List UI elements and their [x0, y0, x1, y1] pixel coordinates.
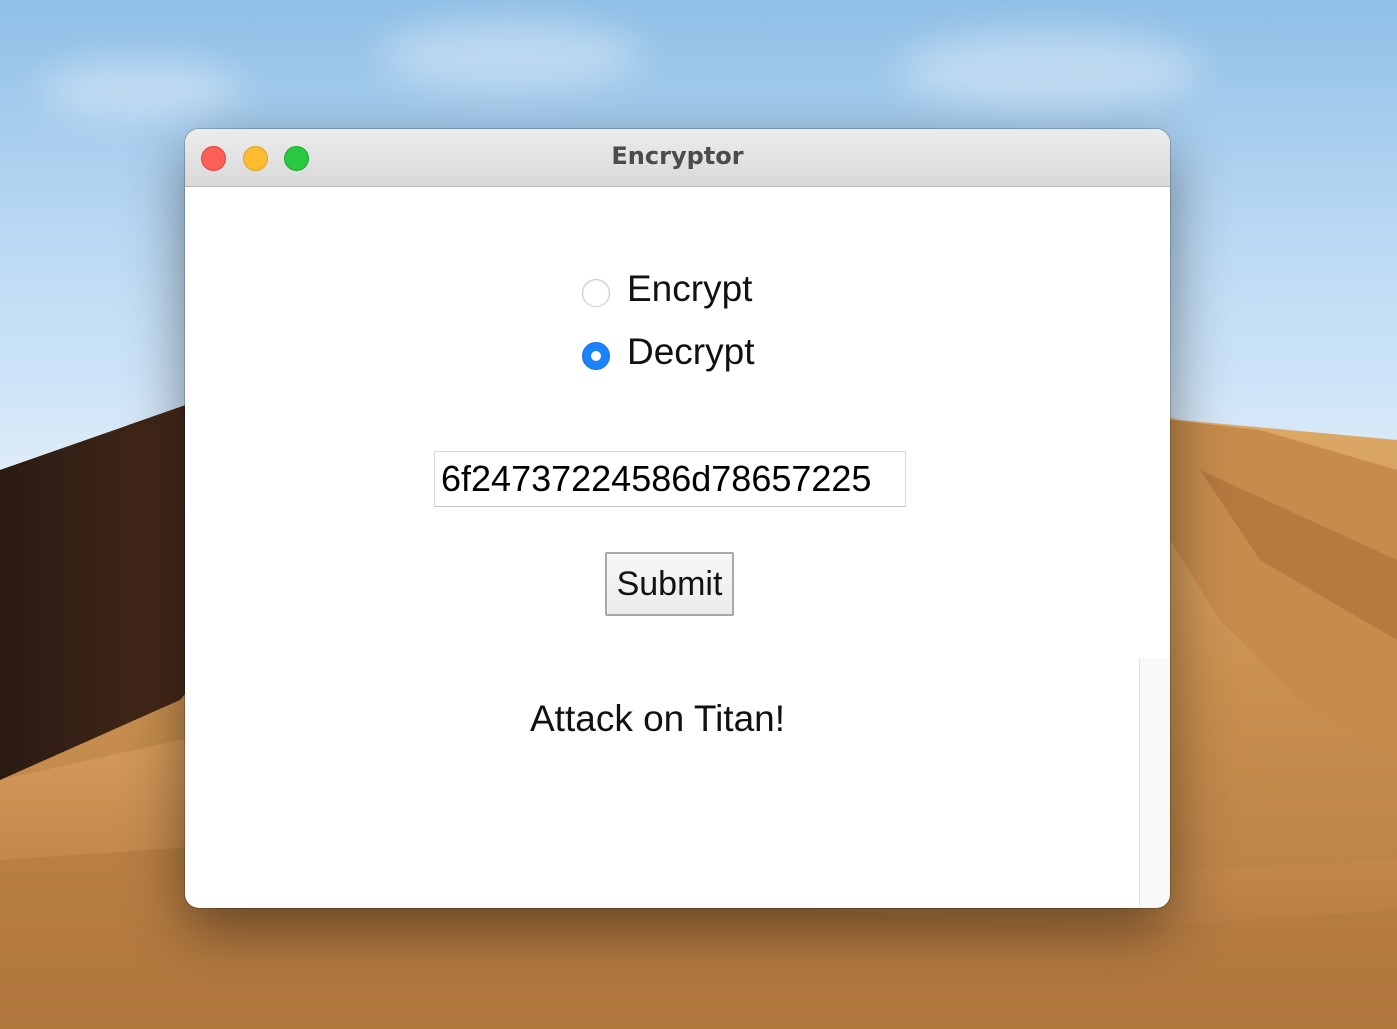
scrollbar-track[interactable]	[1139, 658, 1170, 908]
cipher-text-input[interactable]	[434, 451, 906, 507]
encrypt-label[interactable]: Encrypt	[627, 269, 752, 309]
window-content: Encrypt Decrypt Submit Attack on Titan!	[185, 187, 1170, 908]
decrypt-option[interactable]: Decrypt	[582, 332, 754, 372]
encrypt-radio-button[interactable]	[582, 279, 610, 307]
encrypt-option[interactable]: Encrypt	[582, 269, 752, 309]
output-result-text: Attack on Titan!	[530, 698, 786, 739]
window-title: Encryptor	[611, 142, 744, 170]
encryptor-window: Encryptor Encrypt Decrypt Submit Attack …	[185, 129, 1170, 908]
window-titlebar[interactable]: Encryptor	[185, 129, 1170, 187]
submit-button[interactable]: Submit	[605, 552, 734, 616]
decrypt-radio-button[interactable]	[582, 342, 610, 370]
decrypt-label[interactable]: Decrypt	[627, 332, 754, 372]
